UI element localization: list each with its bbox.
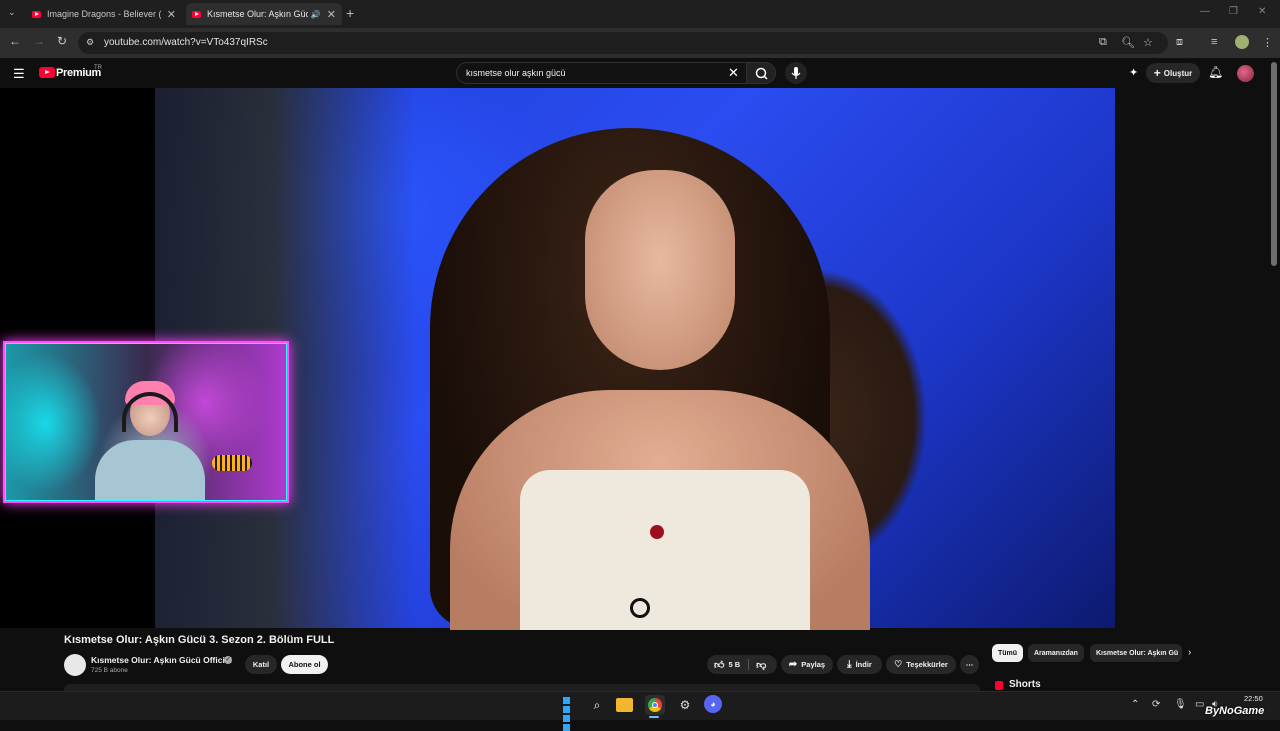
extensions-icon[interactable]: ⧈ [1176,36,1183,49]
close-tab-icon[interactable]: ✕ [327,8,336,21]
search-icon [755,67,768,80]
taskbar-clock[interactable]: 22:50 [1244,693,1263,704]
thumbs-up-icon: 👍︎ [714,659,725,671]
windows-taskbar [0,691,1280,720]
like-button[interactable]: 👍︎ 5 B [714,659,740,671]
channel-name[interactable]: Kısmetse Olur: Aşkın Gücü Official [91,655,232,665]
notifications-bell-icon[interactable]: 🔔︎ [1208,65,1223,79]
media-control-icon[interactable]: ≡ [1211,36,1217,48]
bookmark-star-icon[interactable]: ☆ [1143,36,1153,49]
microphone-icon [791,67,801,79]
windows-start-icon[interactable] [557,695,575,731]
chevron-right-icon[interactable]: › [1188,647,1191,658]
account-avatar[interactable] [1237,65,1254,82]
reload-icon[interactable]: ↻ [57,34,67,48]
country-code: TR [94,65,102,71]
stream-watermark: ByNoGame [1205,705,1265,717]
download-icon: ⤓ [847,659,852,670]
chip-from-search[interactable]: Aramanızdan [1028,644,1084,662]
share-arrow-icon: ➦ [788,659,798,670]
restore-icon[interactable]: ❐ [1229,6,1238,17]
like-dislike-group: 👍︎ 5 B 👎︎ [707,655,777,674]
tray-mic-icon[interactable]: 🎙︎ [1174,699,1187,710]
like-divider [748,659,749,670]
close-tab-icon[interactable]: ✕ [167,8,176,21]
like-count: 5 B [728,660,741,669]
chip-all[interactable]: Tümü [992,644,1024,662]
active-app-indicator [649,716,659,718]
taskbar-search-icon[interactable]: ⌕ [587,695,607,715]
youtube-favicon-icon [192,10,201,18]
discord-icon[interactable]: ◕ [704,695,722,713]
close-window-icon[interactable]: ✕ [1258,6,1266,17]
share-label: Paylaş [801,660,826,669]
video-person-face [585,170,735,370]
search-button[interactable] [746,62,776,84]
verified-check-icon: ✓ [224,656,232,664]
browser-tab-believer[interactable]: Imagine Dragons - Believer (Of ✕ [26,3,182,25]
dislike-button[interactable]: 👎︎ [756,659,766,671]
video-person-dress [520,470,810,630]
youtube-logo-icon[interactable] [39,67,55,78]
new-tab-icon[interactable]: + [346,5,354,21]
join-button[interactable]: Katıl [245,655,277,674]
zoom-icon[interactable]: 🔍︎ [1121,36,1135,49]
file-explorer-icon[interactable] [616,698,633,712]
audio-playing-icon[interactable]: 🔊 [311,10,321,19]
page-scrollbar[interactable] [1271,62,1277,266]
subscribe-button[interactable]: Abone ol [281,655,328,674]
voice-search-button[interactable] [785,62,807,84]
chip-channel[interactable]: Kısmetse Olur: Aşkın Gü [1090,644,1182,662]
back-icon[interactable]: ← [9,34,21,48]
install-app-icon[interactable]: ⧉ [1099,36,1107,49]
streamer-body [95,440,205,500]
settings-gear-taskbar-icon[interactable]: ⚙ [675,695,695,715]
shorts-icon [995,681,1003,690]
minimize-icon[interactable]: — [1200,6,1210,17]
browser-menu-icon[interactable]: ⋮ [1262,36,1273,49]
more-dots-icon: ⋯ [965,660,974,669]
guide-menu-icon[interactable]: ☰ [13,66,25,82]
url-text[interactable]: youtube.com/watch?v=VTo437qIRSc [104,37,268,48]
create-button[interactable]: + Oluştur [1146,63,1200,83]
clear-search-icon[interactable]: ✕ [728,65,739,81]
chrome-taskbar-icon[interactable] [645,695,665,715]
plus-icon: + [1153,66,1161,80]
tab-list-chevron-icon[interactable]: ⌄ [8,7,16,18]
download-button[interactable]: ⤓ İndir [837,655,882,674]
site-info-icon[interactable]: ⚙ [86,37,94,48]
thanks-label: Teşekkürler [906,660,948,669]
create-label: Oluştur [1163,68,1193,78]
youtube-favicon-icon [32,10,41,18]
browser-tab-kismetse[interactable]: Kısmetse Olur: Aşkın Gücü 3 🔊 ✕ [186,3,342,25]
webcam-lamp [212,455,252,471]
more-actions-button[interactable]: ⋯ [960,655,979,674]
gemini-sparkle-icon[interactable]: ✦ [1129,66,1138,79]
shorts-section-title: Shorts [1009,679,1041,690]
tab-label: Imagine Dragons - Believer (Of [47,9,161,19]
share-button[interactable]: ➦ Paylaş [781,655,833,674]
channel-avatar[interactable] [64,654,86,676]
download-label: İndir [855,660,872,669]
super-thanks-icon: ♡ [894,659,903,669]
video-pendant [650,525,664,539]
chrome-icon [648,698,662,712]
video-lapel-mic [630,598,650,618]
sync-icon[interactable]: ⟳ [1152,699,1160,710]
network-icon[interactable]: ▭ [1195,699,1204,710]
search-input[interactable]: kısmetse olur aşkın gücü [466,68,566,78]
video-title: Kısmetse Olur: Aşkın Gücü 3. Sezon 2. Bö… [64,634,335,646]
forward-icon[interactable]: → [33,34,45,48]
profile-avatar[interactable] [1235,35,1249,49]
tray-overflow-icon[interactable]: ⌃ [1131,699,1139,710]
thanks-button[interactable]: ♡ Teşekkürler [886,655,956,674]
subscriber-count: 725 B abone [91,667,128,674]
tab-label: Kısmetse Olur: Aşkın Gücü 3 [207,9,308,19]
